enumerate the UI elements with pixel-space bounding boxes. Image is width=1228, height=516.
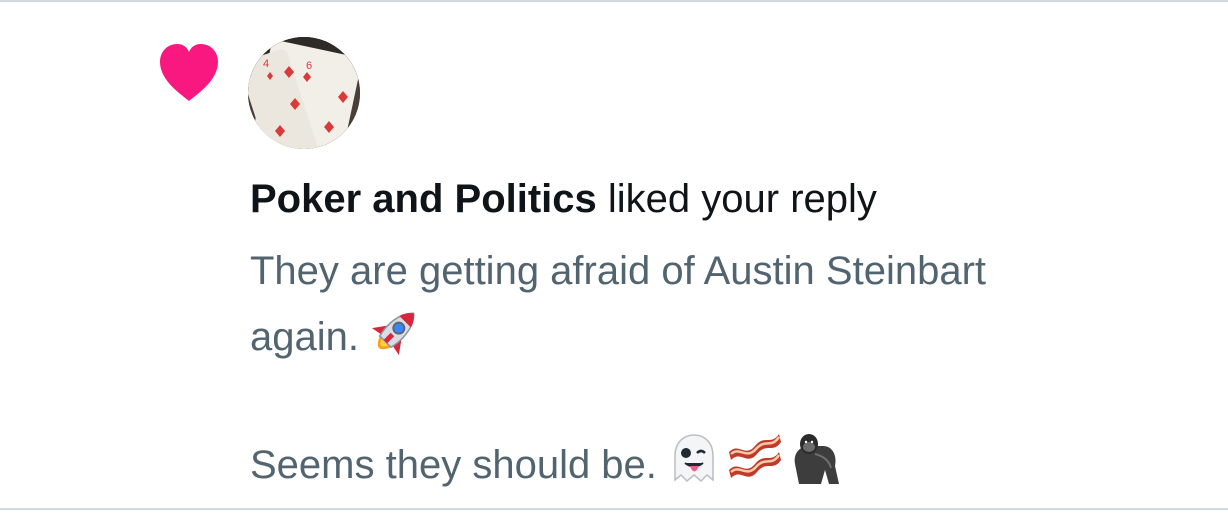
rocket-icon [371,312,415,356]
reply-line-1: They are getting afraid of Austin Steinb… [250,249,986,293]
reply-line-3: Seems they should be. [250,430,1210,496]
gorilla-icon [794,434,839,484]
ghost-tongue-icon [674,434,714,483]
reply-text[interactable]: They are getting afraid of Austin Steinb… [250,240,1210,496]
svg-text:6: 6 [306,60,312,72]
avatar[interactable]: 4 6 [248,37,360,149]
reply-line-2: again. [250,302,1210,368]
bottom-divider [0,508,1228,510]
author-name[interactable]: Poker and Politics [250,177,597,221]
action-text: liked your reply [596,177,877,221]
bacon-icon [728,434,781,478]
playing-card-avatar: 4 6 [248,37,360,149]
heart-icon [160,44,218,101]
notification-headline: Poker and Politics liked your reply [250,172,877,226]
svg-text:4: 4 [263,58,269,70]
reply-line-3-text: Seems they should be. [250,443,657,487]
reply-line-2-text: again. [250,315,359,359]
top-divider [0,0,1228,2]
